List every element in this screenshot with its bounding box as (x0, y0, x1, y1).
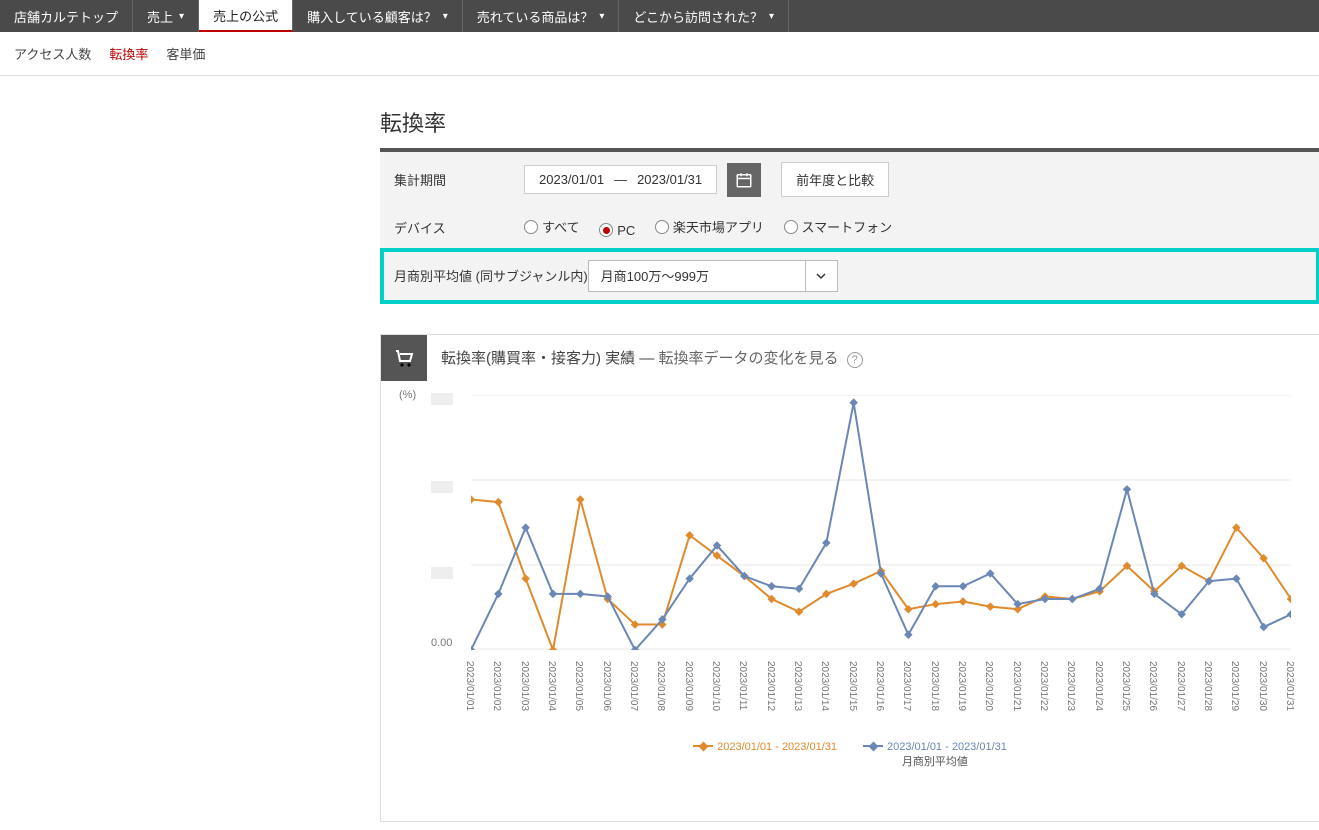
x-tick: 2023/01/20 (983, 661, 994, 711)
x-tick: 2023/01/11 (737, 661, 748, 710)
avg-label: 月商別平均値 (394, 269, 472, 284)
filter-panel: 集計期間 2023/01/01 ― 2023/01/31 前年度と比較 デバイス… (380, 152, 1319, 304)
x-tick: 2023/01/10 (710, 661, 721, 711)
legend-series-current: 2023/01/01 - 2023/01/31 (693, 741, 837, 769)
x-axis-ticks: 2023/01/012023/01/022023/01/032023/01/04… (471, 661, 1291, 741)
date-sep: ― (614, 172, 627, 187)
x-tick: 2023/01/03 (519, 661, 530, 711)
device-label: デバイス (394, 218, 524, 237)
chevron-down-icon: ▾ (443, 11, 448, 22)
help-icon[interactable]: ? (847, 352, 863, 368)
cart-icon (392, 346, 416, 370)
page-title: 転換率 (380, 106, 1319, 138)
card-link[interactable]: 転換率データの変化を見る (659, 350, 839, 367)
hidden-tick (431, 567, 453, 579)
date-to: 2023/01/31 (637, 172, 702, 187)
x-tick: 2023/01/06 (601, 661, 612, 711)
chevron-down-icon: ▾ (769, 11, 774, 22)
x-tick: 2023/01/09 (683, 661, 694, 711)
x-tick: 2023/01/01 (464, 661, 475, 711)
x-tick: 2023/01/30 (1257, 661, 1268, 711)
x-tick: 2023/01/29 (1229, 661, 1240, 711)
y-axis-unit: (%) (399, 389, 416, 401)
x-tick: 2023/01/02 (491, 661, 502, 711)
chevron-down-icon: ▾ (179, 11, 184, 22)
x-tick: 2023/01/31 (1284, 661, 1295, 711)
x-tick: 2023/01/24 (1093, 661, 1104, 711)
nav-tab-formula[interactable]: 売上の公式 (199, 0, 293, 32)
period-label: 集計期間 (394, 170, 524, 189)
card-title: 転換率(購買率・接客力) 実績 ― (441, 350, 654, 367)
calendar-button[interactable] (727, 163, 761, 197)
x-tick: 2023/01/27 (1175, 661, 1186, 711)
avg-sublabel: (同サブジャンル内) (476, 269, 588, 284)
device-radio-pc[interactable]: PC (599, 223, 635, 238)
calendar-icon (735, 171, 753, 189)
device-radio-app[interactable]: 楽天市場アプリ (655, 217, 764, 236)
x-tick: 2023/01/23 (1065, 661, 1076, 711)
date-range-field[interactable]: 2023/01/01 ― 2023/01/31 (524, 165, 717, 194)
x-tick: 2023/01/22 (1038, 661, 1049, 711)
x-tick: 2023/01/07 (628, 661, 639, 711)
x-tick: 2023/01/15 (847, 661, 858, 711)
device-radio-all[interactable]: すべて (524, 217, 580, 236)
compare-prev-year-button[interactable]: 前年度と比較 (781, 162, 889, 197)
x-tick: 2023/01/17 (901, 661, 912, 711)
nav-tab-source[interactable]: どこから訪問された？▾ (619, 0, 789, 32)
y-zero-label: 0.00 (431, 637, 452, 649)
secondary-nav: アクセス人数 転換率 客単価 (0, 32, 1319, 76)
conversion-chart-card: 転換率(購買率・接客力) 実績 ― 転換率データの変化を見る ? (%) 0.0… (380, 334, 1319, 822)
x-tick: 2023/01/25 (1120, 661, 1131, 711)
subnav-conversion[interactable]: 転換率 (109, 44, 148, 63)
conversion-line-chart (471, 395, 1291, 650)
chart-legend: 2023/01/01 - 2023/01/31 2023/01/01 - 202… (381, 741, 1319, 769)
nav-tab-sales[interactable]: 売上▾ (133, 0, 199, 32)
nav-tab-products[interactable]: 売れている商品は？▾ (463, 0, 620, 32)
subnav-access[interactable]: アクセス人数 (14, 44, 91, 63)
subnav-unitprice[interactable]: 客単価 (166, 44, 205, 63)
x-tick: 2023/01/18 (929, 661, 940, 711)
x-tick: 2023/01/08 (655, 661, 666, 711)
x-tick: 2023/01/26 (1147, 661, 1158, 711)
x-tick: 2023/01/12 (765, 661, 776, 711)
select-value: 月商100万～999万 (601, 266, 709, 285)
x-tick: 2023/01/13 (792, 661, 803, 711)
x-tick: 2023/01/16 (874, 661, 885, 711)
device-radio-sp[interactable]: スマートフォン (784, 217, 893, 236)
nav-tab-customers[interactable]: 購入している顧客は？▾ (293, 0, 463, 32)
x-tick: 2023/01/04 (546, 661, 557, 711)
x-tick: 2023/01/05 (573, 661, 584, 711)
cart-icon-box (381, 335, 427, 381)
date-from: 2023/01/01 (539, 172, 604, 187)
x-tick: 2023/01/19 (956, 661, 967, 711)
x-tick: 2023/01/21 (1011, 661, 1022, 711)
chevron-down-icon: ▾ (599, 11, 604, 22)
nav-tab-top[interactable]: 店舗カルテトップ (0, 0, 133, 32)
x-tick: 2023/01/14 (819, 661, 830, 711)
x-tick: 2023/01/28 (1202, 661, 1213, 711)
legend-series-avg: 2023/01/01 - 2023/01/31月商別平均値 (863, 741, 1007, 769)
primary-nav: 店舗カルテトップ 売上▾ 売上の公式 購入している顧客は？▾ 売れている商品は？… (0, 0, 1319, 32)
hidden-tick (431, 481, 453, 493)
monthly-avg-select[interactable]: 月商100万～999万 (588, 260, 838, 292)
monthly-avg-row: 月商別平均値 (同サブジャンル内) 月商100万～999万 (380, 248, 1319, 304)
chevron-down-icon (815, 270, 827, 282)
hidden-tick (431, 393, 453, 405)
